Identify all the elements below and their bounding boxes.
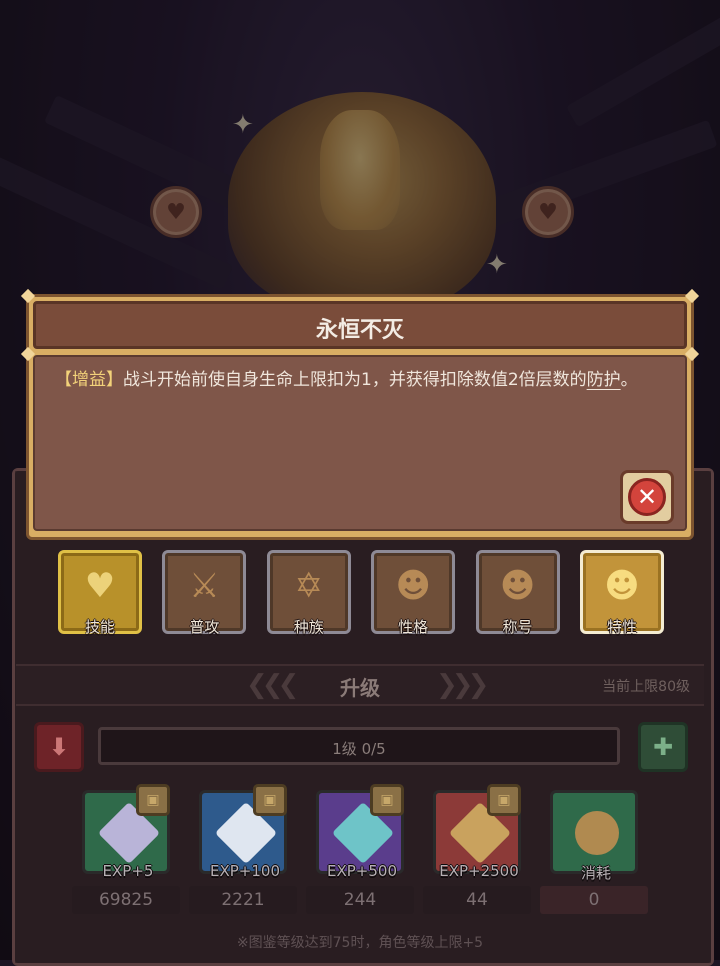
character-icon: ☻	[604, 566, 640, 606]
character-icon: ☻	[499, 566, 536, 606]
lock-icon: ▣	[136, 784, 170, 816]
item-count: 2221	[189, 886, 297, 914]
character-icon: ☻	[395, 566, 431, 606]
upgrade-title: 升级	[340, 676, 380, 700]
exp-items: ▣ EXP+5 69825 ▣ EXP+100 2221 ▣ EXP+500 2…	[70, 784, 650, 922]
tab-label: 技能	[84, 618, 115, 636]
item-caption: EXP+2500	[439, 862, 519, 880]
item-count: 69825	[72, 886, 180, 914]
description-text: 战斗开始前使自身生命上限扣为1，并获得扣除数值2倍层数的	[123, 370, 587, 390]
dialog-body: 【增益】战斗开始前使自身生命上限扣为1，并获得扣除数值2倍层数的防护。	[33, 355, 687, 531]
tab-trait[interactable]: ☻ 特性	[579, 550, 664, 636]
level-cap-text: 当前上限80级	[602, 679, 690, 695]
sword-icon: ⚔	[189, 566, 220, 606]
item-count: 0	[540, 886, 648, 914]
heart-plus-icon: ♥	[84, 566, 116, 606]
item-caption: EXP+5	[102, 862, 154, 880]
lock-icon: ▣	[370, 784, 404, 816]
tab-race[interactable]: ✡ 种族	[266, 550, 351, 636]
tab-skill[interactable]: ♥ 技能	[58, 550, 142, 636]
level-text: 1级 0/5	[332, 740, 386, 758]
level-down-button[interactable]: ⬇	[34, 722, 84, 772]
level-progress-bar: 1级 0/5	[98, 727, 620, 765]
item-caption: EXP+100	[210, 862, 280, 880]
lock-icon: ▣	[253, 784, 287, 816]
upgrade-header: ❮❮❮ 升级 ❯❯❯ 当前上限80级	[16, 664, 704, 706]
buff-tag: 【增益】	[55, 370, 123, 390]
chevron-right-icon: ❯❯❯	[436, 670, 489, 700]
tab-attack[interactable]: ⚔ 普攻	[162, 550, 247, 636]
plus-icon: ✚	[652, 733, 674, 761]
coin-icon	[575, 811, 619, 855]
item-caption: EXP+500	[327, 862, 397, 880]
tab-label: 性格	[398, 618, 429, 636]
dialog-header: 永恒不灭	[33, 301, 687, 349]
trait-dialog: 永恒不灭 【增益】战斗开始前使自身生命上限扣为1，并获得扣除数值2倍层数的防护。	[20, 288, 700, 540]
tab-label: 称号	[502, 618, 533, 636]
tab-label: 种族	[293, 618, 324, 636]
item-count: 44	[423, 886, 531, 914]
description-end: 。	[620, 370, 638, 390]
exp-item[interactable]: ▣ EXP+500 244	[304, 784, 420, 922]
exp-item[interactable]: ▣ EXP+5 69825	[70, 784, 186, 922]
lock-icon: ▣	[487, 784, 521, 816]
exp-item[interactable]: ▣ EXP+100 2221	[187, 784, 303, 922]
trait-description: 【增益】战斗开始前使自身生命上限扣为1，并获得扣除数值2倍层数的防护。	[55, 365, 675, 395]
arrow-down-icon: ⬇	[48, 733, 70, 761]
keyword-link[interactable]: 防护	[587, 370, 621, 390]
footer-note: ※图鉴等级达到75时，角色等级上限+5	[236, 935, 484, 951]
tab-title[interactable]: ☻ 称号	[475, 550, 560, 636]
tab-label: 特性	[606, 618, 637, 636]
item-caption: 消耗	[580, 864, 611, 882]
exp-item[interactable]: ▣ EXP+2500 44	[421, 784, 537, 922]
tab-personality[interactable]: ☻ 性格	[371, 550, 456, 636]
level-up-button[interactable]: ✚	[638, 722, 688, 772]
dialog-title: 永恒不灭	[315, 318, 404, 343]
tab-label: 普攻	[189, 618, 220, 636]
close-button[interactable]: ✕	[620, 470, 674, 524]
hexagram-icon: ✡	[294, 566, 324, 606]
close-icon: ✕	[628, 478, 666, 516]
category-tabs: ♥ 技能 ⚔ 普攻 ✡ 种族 ☻ 性格 ☻ 称号 ☻ 特性	[58, 550, 664, 642]
item-count: 244	[306, 886, 414, 914]
cost-item[interactable]: 消耗 0	[538, 786, 654, 922]
